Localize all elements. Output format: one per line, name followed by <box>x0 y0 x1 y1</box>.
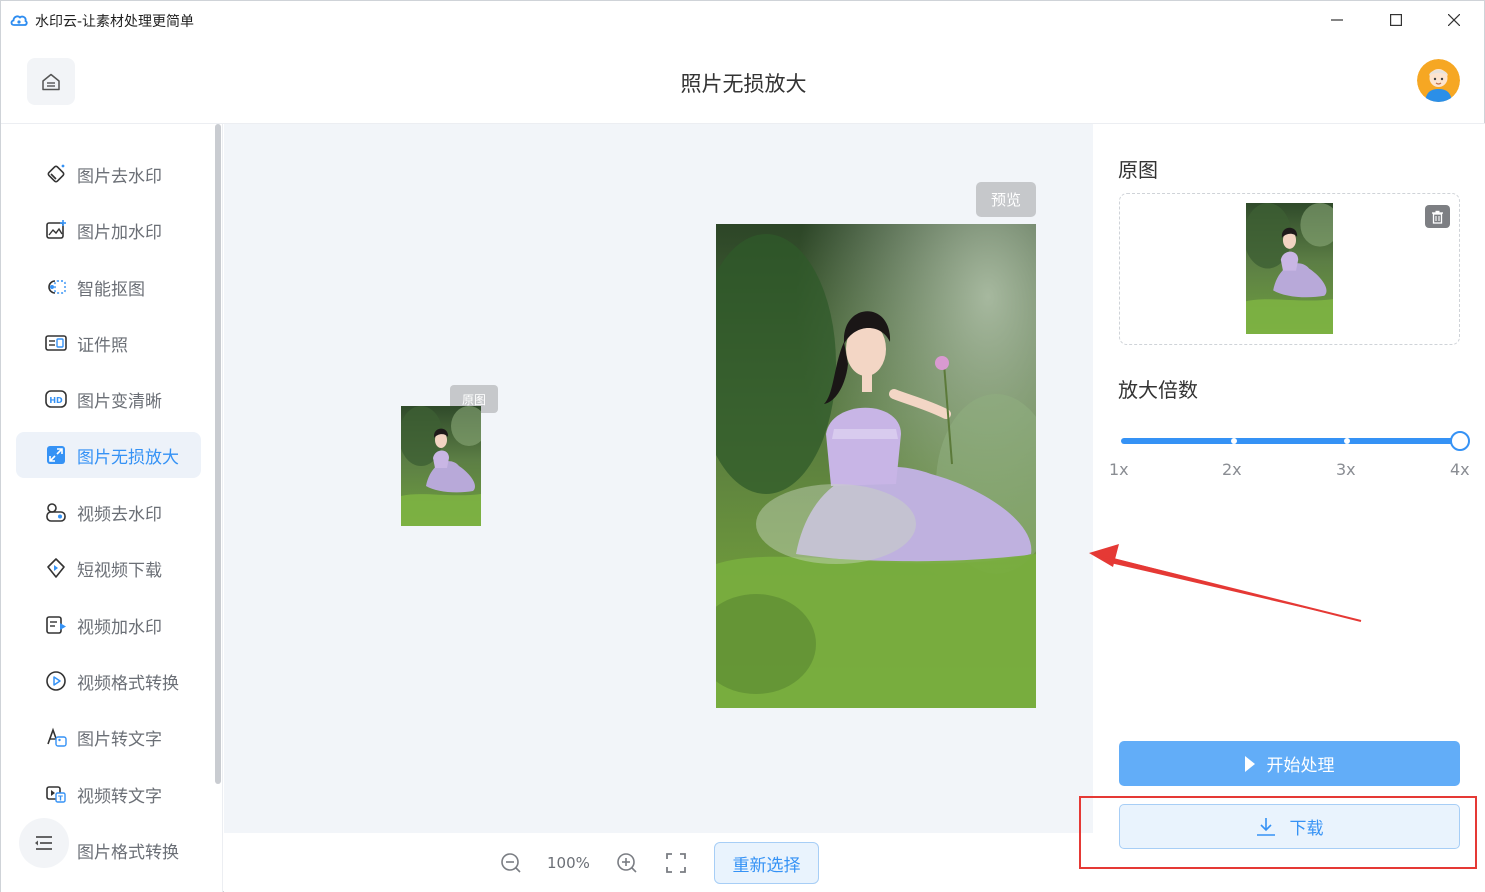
canvas-toolbar: 100% 重新选择 <box>224 833 1093 892</box>
zoom-out-icon <box>501 853 521 873</box>
minimize-icon <box>1331 19 1343 21</box>
zoom-in-button[interactable] <box>615 851 639 875</box>
sidebar-item-label: 图片变清晰 <box>77 391 162 412</box>
slider-knob[interactable] <box>1450 431 1470 451</box>
preview-tag: 预览 <box>976 182 1036 217</box>
trash-icon <box>1432 210 1443 224</box>
video-text-icon: T <box>44 782 68 806</box>
expand-icon <box>44 443 68 467</box>
slider-stop-3x[interactable] <box>1344 438 1350 444</box>
sidebar-item-short-video-download[interactable]: 短视频下载 <box>16 545 201 591</box>
sidebar-item-image-to-text[interactable]: 图片转文字 <box>16 714 201 760</box>
video-eraser-icon <box>44 500 68 524</box>
sidebar-item-label: 证件照 <box>77 335 128 356</box>
start-processing-button[interactable]: 开始处理 <box>1119 741 1460 786</box>
scale-label-4x[interactable]: 4x <box>1450 460 1470 479</box>
scale-label-2x[interactable]: 2x <box>1222 460 1242 479</box>
play-icon <box>1244 755 1255 772</box>
zoom-in-icon <box>617 853 637 873</box>
fullscreen-button[interactable] <box>664 851 688 875</box>
app-title: 水印云-让素材处理更简单 <box>35 14 195 30</box>
sidebar-item-video-watermark-remove[interactable]: 视频去水印 <box>16 489 201 535</box>
user-avatar[interactable] <box>1417 59 1460 102</box>
original-section-title: 原图 <box>1118 158 1158 182</box>
sidebar-item-label: 图片去水印 <box>77 166 162 187</box>
sidebar-item-video-to-text[interactable]: T 视频转文字 <box>16 771 201 817</box>
slider-track <box>1121 438 1461 444</box>
id-card-icon <box>44 331 68 355</box>
sidebar-item-label: 图片格式转换 <box>77 842 179 863</box>
preview-image <box>716 224 1036 708</box>
zoom-level: 100% <box>547 854 590 872</box>
sidebar-item-image-watermark-add[interactable]: 图片加水印 <box>16 207 201 253</box>
sidebar-item-label: 视频去水印 <box>77 504 162 525</box>
image-canvas: 原图 预览 <box>224 124 1093 833</box>
scale-label-1x[interactable]: 1x <box>1109 460 1129 479</box>
eraser-icon <box>44 162 68 186</box>
maximize-button[interactable] <box>1373 5 1419 35</box>
sidebar-item-label: 图片转文字 <box>77 729 162 750</box>
original-image <box>401 406 481 526</box>
sidebar-item-image-watermark-remove[interactable]: 图片去水印 <box>16 151 201 197</box>
sidebar-item-video-watermark-add[interactable]: 视频加水印 <box>16 602 201 648</box>
fullscreen-icon <box>666 853 686 873</box>
delete-image-button[interactable] <box>1425 205 1450 228</box>
sidebar-item-image-sharpen[interactable]: HD 图片变清晰 <box>16 376 201 422</box>
sidebar-item-label: 视频格式转换 <box>77 673 179 694</box>
minimize-button[interactable] <box>1314 5 1360 35</box>
play-circle-icon <box>44 669 68 693</box>
scale-label-3x[interactable]: 3x <box>1336 460 1356 479</box>
sidebar-scrollbar[interactable] <box>215 124 221 784</box>
cloud-logo-icon <box>10 15 28 26</box>
sidebar-item-lossless-upscale[interactable]: 图片无损放大 <box>16 432 201 478</box>
svg-text:T: T <box>58 795 63 803</box>
slider-stop-2x[interactable] <box>1231 438 1237 444</box>
image-add-icon <box>44 218 68 242</box>
sidebar-item-label: 视频加水印 <box>77 617 162 638</box>
zoom-out-button[interactable] <box>499 851 523 875</box>
close-button[interactable] <box>1431 5 1477 35</box>
sidebar-item-smart-cutout[interactable]: 智能抠图 <box>16 264 201 310</box>
menu-icon <box>35 836 52 850</box>
sidebar: 图片去水印 图片加水印 智能抠图 证件照 HD 图片变清晰 图片无损放大 视频去… <box>1 124 223 892</box>
scale-section-title: 放大倍数 <box>1118 378 1198 402</box>
sidebar-item-label: 视频转文字 <box>77 786 162 807</box>
avatar-icon <box>1417 59 1460 102</box>
menu-button[interactable] <box>19 818 69 868</box>
app-window: 水印云-让素材处理更简单 照片无损放大 图片去水印 图片加水印 智能抠图 证件照… <box>0 0 1485 892</box>
annotation-highlight-box <box>1079 796 1477 869</box>
reselect-button[interactable]: 重新选择 <box>714 842 819 884</box>
close-icon <box>1448 14 1460 26</box>
sidebar-item-video-format-convert[interactable]: 视频格式转换 <box>16 658 201 704</box>
svg-text:HD: HD <box>49 396 63 405</box>
settings-panel: 原图 放大倍数 1x 2x 3x 4x 开始处理 下载 <box>1093 124 1485 892</box>
sidebar-item-label: 智能抠图 <box>77 279 145 300</box>
sidebar-item-label: 图片加水印 <box>77 222 162 243</box>
hd-icon: HD <box>44 387 68 411</box>
sidebar-item-label: 图片无损放大 <box>77 447 179 468</box>
scale-slider[interactable] <box>1121 429 1470 457</box>
page-header: 照片无损放大 <box>1 39 1485 124</box>
video-add-icon <box>44 613 68 637</box>
maximize-icon <box>1390 14 1402 26</box>
video-download-icon <box>44 556 68 580</box>
start-label: 开始处理 <box>1266 756 1335 776</box>
sidebar-item-id-photo[interactable]: 证件照 <box>16 320 201 366</box>
cutout-icon <box>44 275 68 299</box>
original-upload-box[interactable] <box>1119 193 1460 345</box>
image-text-icon <box>44 725 68 749</box>
sidebar-item-label: 短视频下载 <box>77 560 162 581</box>
original-thumbnail <box>1246 203 1333 334</box>
page-title: 照片无损放大 <box>680 72 807 96</box>
title-bar: 水印云-让素材处理更简单 <box>1 1 1485 39</box>
